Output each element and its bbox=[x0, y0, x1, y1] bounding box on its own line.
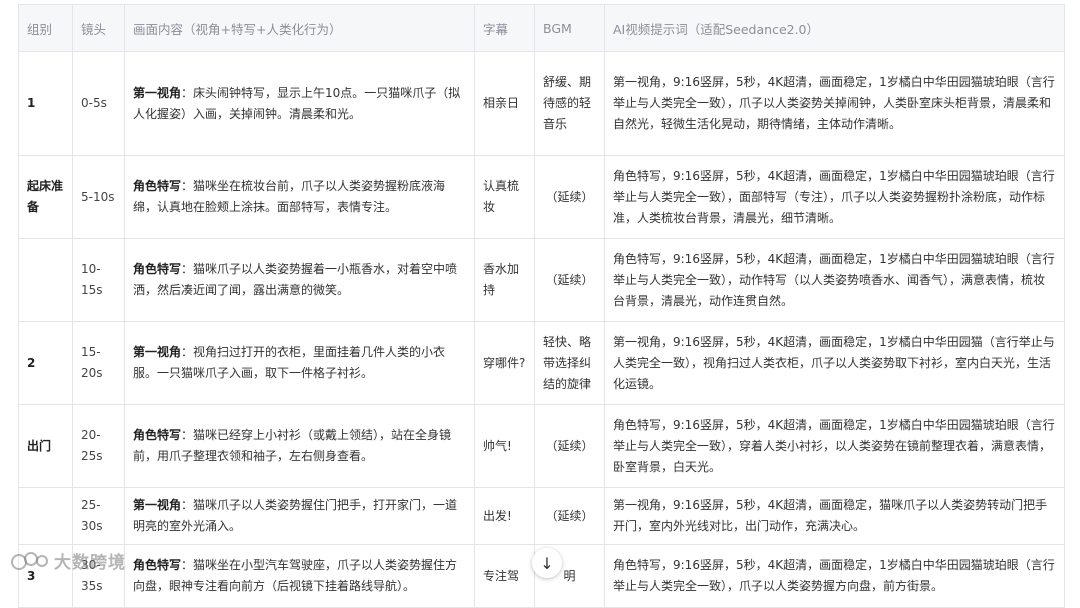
cell-subtitle: 专注驾 bbox=[474, 544, 535, 608]
arrow-down-icon: ↓ bbox=[540, 553, 554, 573]
cell-bgm: （延续） bbox=[534, 155, 605, 239]
cell-ai-prompt: 角色特写，9:16竖屏，5秒，4K超清，画面稳定，1岁橘白中华田园猫琥珀眼（言行… bbox=[604, 155, 1065, 239]
scene-lead: 角色特写 bbox=[133, 558, 182, 572]
cell-ai-prompt: 第一视角，9:16竖屏，5秒，4K超清，画面稳定，1岁橘白中华田园猫（言行举止与… bbox=[604, 321, 1065, 405]
header-ai-prompt: AI视频提示词（适配Seedance2.0） bbox=[604, 4, 1065, 52]
cell-scene: 角色特写：猫咪坐在梳妆台前，爪子以人类姿势握粉底液海绵，认真地在脸颊上涂抹。面部… bbox=[124, 155, 475, 239]
cell-lens: 0-5s bbox=[72, 51, 125, 156]
header-scene: 画面内容（视角+特写+人类化行为） bbox=[124, 4, 475, 52]
cell-group bbox=[18, 238, 73, 322]
cell-bgm: （延续） bbox=[534, 487, 605, 545]
cell-scene: 角色特写：猫咪爪子以人类姿势握着一小瓶香水，对着空中喷洒，然后凑近闻了闻，露出满… bbox=[124, 238, 475, 322]
cell-ai-prompt: 第一视角，9:16竖屏，5秒，4K超清，画面稳定，猫咪爪子以人类姿势转动门把手开… bbox=[604, 487, 1065, 545]
header-lens: 镜头 bbox=[72, 4, 125, 52]
cell-scene: 第一视角：床头闹钟特写，显示上午10点。一只猫咪爪子（拟人化握姿）入画，关掉闹钟… bbox=[124, 51, 475, 156]
cell-group: 起床准备 bbox=[18, 155, 73, 239]
cell-scene: 第一视角：视角扫过打开的衣柜，里面挂着几件人类的小衣服。一只猫咪爪子入画，取下一… bbox=[124, 321, 475, 405]
header-group: 组别 bbox=[18, 4, 73, 52]
table-row: 25-30s 第一视角：猫咪爪子以人类姿势握住门把手，打开家门，一道明亮的室外光… bbox=[18, 487, 1065, 545]
cell-subtitle: 香水加持 bbox=[474, 238, 535, 322]
table-row: 10-15s 角色特写：猫咪爪子以人类姿势握着一小瓶香水，对着空中喷洒，然后凑近… bbox=[18, 238, 1065, 322]
cell-scene: 角色特写：猫咪已经穿上小衬衫（或戴上领结），站在全身镜前，用爪子整理衣领和袖子，… bbox=[124, 404, 475, 488]
table-header-row: 组别 镜头 画面内容（视角+特写+人类化行为） 字幕 BGM AI视频提示词（适… bbox=[18, 4, 1065, 52]
scene-text: ：猫咪爪子以人类姿势握着一小瓶香水，对着空中喷洒，然后凑近闻了闻，露出满意的微笑… bbox=[133, 262, 458, 297]
cell-lens: 20-25s bbox=[72, 404, 125, 488]
cell-bgm: （延续） bbox=[534, 404, 605, 488]
cell-scene: 角色特写：猫咪坐在小型汽车驾驶座，爪子以人类姿势握住方向盘，眼神专注看向前方（后… bbox=[124, 544, 475, 608]
cell-subtitle: 认真梳妆 bbox=[474, 155, 535, 239]
cell-bgm: （延续） bbox=[534, 238, 605, 322]
cell-lens: 5-10s bbox=[72, 155, 125, 239]
table-row: 出门 20-25s 角色特写：猫咪已经穿上小衬衫（或戴上领结），站在全身镜前，用… bbox=[18, 404, 1065, 488]
header-bgm: BGM bbox=[534, 4, 605, 52]
cell-subtitle: 帅气! bbox=[474, 404, 535, 488]
cell-scene: 第一视角：猫咪爪子以人类姿势握住门把手，打开家门，一道明亮的室外光涌入。 bbox=[124, 487, 475, 545]
scene-lead: 角色特写 bbox=[133, 262, 182, 276]
scene-lead: 第一视角 bbox=[133, 498, 182, 512]
cell-lens: 15-20s bbox=[72, 321, 125, 405]
header-subtitle: 字幕 bbox=[474, 4, 535, 52]
cell-group: 出门 bbox=[18, 404, 73, 488]
cell-subtitle: 相亲日 bbox=[474, 51, 535, 156]
cell-ai-prompt: 角色特写，9:16竖屏，5秒，4K超清，画面稳定，1岁橘白中华田园猫琥珀眼（言行… bbox=[604, 544, 1065, 608]
cell-subtitle: 出发! bbox=[474, 487, 535, 545]
scene-text: ：猫咪爪子以人类姿势握住门把手，打开家门，一道明亮的室外光涌入。 bbox=[133, 498, 458, 533]
table-row: 2 15-20s 第一视角：视角扫过打开的衣柜，里面挂着几件人类的小衣服。一只猫… bbox=[18, 321, 1065, 405]
logo-icon bbox=[11, 551, 48, 570]
scroll-down-button[interactable]: ↓ bbox=[532, 548, 562, 578]
cell-group: 2 bbox=[18, 321, 73, 405]
cell-lens: 10-15s bbox=[72, 238, 125, 322]
watermark-text: 大数跨境 bbox=[54, 553, 126, 573]
table-row: 1 0-5s 第一视角：床头闹钟特写，显示上午10点。一只猫咪爪子（拟人化握姿）… bbox=[18, 51, 1065, 156]
cell-bgm: 轻快、略带选择纠结的旋律 bbox=[534, 321, 605, 405]
scene-lead: 第一视角 bbox=[133, 345, 182, 359]
cell-ai-prompt: 第一视角，9:16竖屏，5秒，4K超清，画面稳定，1岁橘白中华田园猫琥珀眼（言行… bbox=[604, 51, 1065, 156]
watermark: 大数跨境 bbox=[10, 548, 126, 573]
scene-lead: 第一视角 bbox=[133, 85, 182, 100]
cell-group: 1 bbox=[18, 51, 73, 156]
cell-group bbox=[18, 487, 73, 545]
table-row: 起床准备 5-10s 角色特写：猫咪坐在梳妆台前，爪子以人类姿势握粉底液海绵，认… bbox=[18, 155, 1065, 239]
scene-text: ：床头闹钟特写，显示上午10点。一只猫咪爪子（拟人化握姿）入画，关掉闹钟。清晨柔… bbox=[133, 85, 461, 121]
scene-lead: 角色特写 bbox=[133, 179, 182, 193]
cell-ai-prompt: 角色特写，9:16竖屏，5秒，4K超清，画面稳定，1岁橘白中华田园猫琥珀眼（言行… bbox=[604, 238, 1065, 322]
scene-text: ：猫咪已经穿上小衬衫（或戴上领结），站在全身镜前，用爪子整理衣领和袖子，左右侧身… bbox=[133, 428, 452, 463]
scene-text: ：猫咪坐在小型汽车驾驶座，爪子以人类姿势握住方向盘，眼神专注看向前方（后视镜下挂… bbox=[133, 558, 458, 593]
cell-lens: 25-30s bbox=[72, 487, 125, 545]
cell-ai-prompt: 角色特写，9:16竖屏，5秒，4K超清，画面稳定，1岁橘白中华田园猫琥珀眼（言行… bbox=[604, 404, 1065, 488]
scene-lead: 角色特写 bbox=[133, 428, 182, 442]
cell-subtitle: 穿哪件? bbox=[474, 321, 535, 405]
cell-bgm: 舒缓、期待感的轻音乐 bbox=[534, 51, 605, 156]
storyboard-table: 组别 镜头 画面内容（视角+特写+人类化行为） 字幕 BGM AI视频提示词（适… bbox=[18, 4, 1065, 608]
